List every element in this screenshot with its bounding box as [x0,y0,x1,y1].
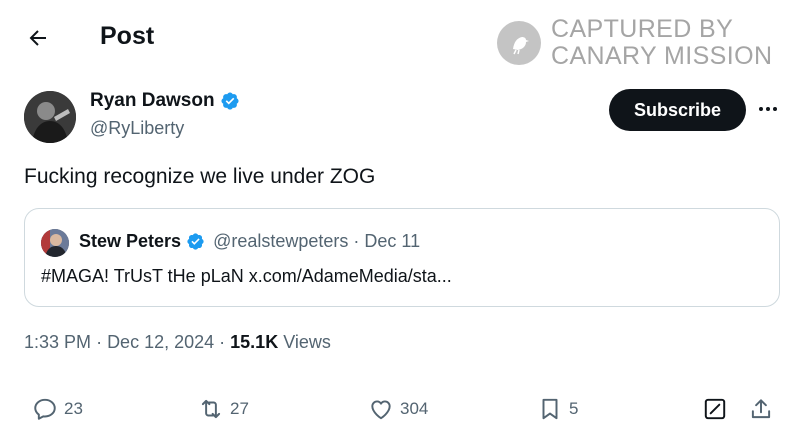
grok-icon[interactable] [702,396,728,422]
views-count: 15.1K [230,332,279,352]
verified-badge-icon [221,92,239,110]
meta-separator: · [353,231,360,251]
heart-icon [371,400,391,420]
views-label: Views [283,332,331,352]
like-count: 304 [400,399,429,418]
author-name[interactable]: Ryan Dawson [90,90,215,112]
repost-icon [201,399,221,419]
author-handle[interactable]: @RyLiberty [90,118,184,139]
share-icon[interactable] [748,396,774,422]
meta-separator: · [219,332,231,352]
post-text: Fucking recognize we live under ZOG [24,165,376,188]
verified-badge-icon [187,233,204,250]
quote-text: #MAGA! TrUsT tHe pLaN x.com/AdameMedia/s… [41,266,452,286]
post-time[interactable]: 1:33 PM [24,332,91,352]
meta-separator: · [96,332,108,352]
bookmark-icon [542,398,558,420]
watermark-line-1: CAPTURED BY [551,15,734,43]
reply-icon [34,398,56,420]
post-date[interactable]: Dec 12, 2024 [107,332,214,352]
watermark-line-2: CANARY MISSION [551,42,773,70]
canary-logo-icon [497,21,541,65]
subscribe-button[interactable]: Subscribe [609,89,746,131]
quote-author-name[interactable]: Stew Peters [79,231,181,252]
post-meta: 1:33 PM · Dec 12, 2024 · 15.1K Views [24,332,331,353]
reply-button[interactable]: 23 [32,396,83,422]
author-avatar[interactable] [24,91,76,143]
watermark: CAPTURED BY CANARY MISSION [497,16,772,70]
repost-count: 27 [230,399,249,418]
bookmark-button[interactable]: 5 [537,396,578,422]
quote-author-handle[interactable]: @realstewpeters [213,231,348,252]
repost-button[interactable]: 27 [198,396,249,422]
bookmark-count: 5 [569,399,579,418]
like-button[interactable]: 304 [368,396,428,422]
quoted-post[interactable]: Stew Peters @realstewpeters · Dec 11 #MA… [24,208,780,307]
page-title: Post [100,22,155,50]
back-arrow-icon[interactable] [24,26,52,50]
reply-count: 23 [64,399,83,418]
more-options-icon[interactable] [757,101,779,117]
quote-author-avatar[interactable] [41,229,69,257]
quote-date[interactable]: Dec 11 [364,231,420,252]
